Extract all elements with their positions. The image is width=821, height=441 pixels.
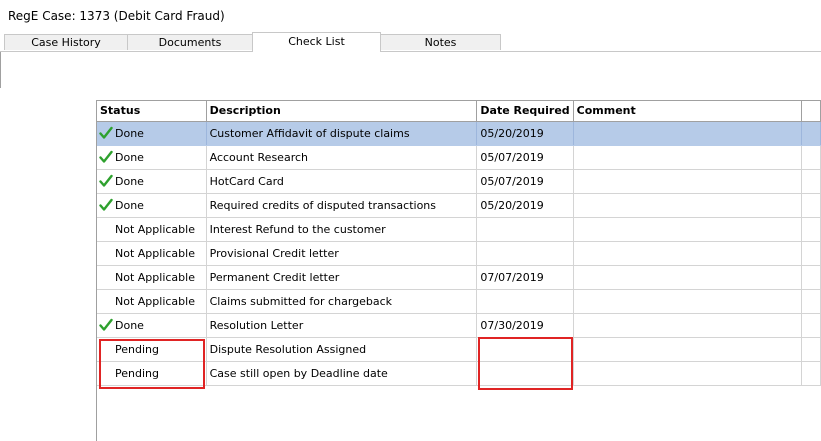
status-cell[interactable]: Pending — [97, 337, 207, 362]
date-required-cell[interactable] — [476, 337, 574, 362]
status-text: Done — [115, 198, 144, 212]
status-cell[interactable]: Done — [97, 121, 207, 146]
comment-cell[interactable] — [573, 361, 803, 386]
status-cell[interactable]: Not Applicable — [97, 217, 207, 242]
extra-cell — [801, 217, 821, 242]
description-cell[interactable]: Resolution Letter — [206, 313, 478, 338]
status-cell[interactable]: Not Applicable — [97, 289, 207, 314]
status-text: Pending — [115, 366, 159, 380]
column-header-date-required[interactable]: Date Required — [476, 101, 574, 122]
checkmark-icon — [99, 198, 113, 212]
column-header-extra — [801, 101, 821, 122]
extra-cell — [801, 241, 821, 266]
status-cell[interactable]: Not Applicable — [97, 241, 207, 266]
tab-strip: Case History Documents Check List Notes — [0, 32, 821, 53]
status-cell[interactable]: Done — [97, 313, 207, 338]
checklist-row[interactable]: Done Required credits of disputed transac… — [97, 193, 821, 218]
comment-cell[interactable] — [573, 121, 803, 146]
column-header-status[interactable]: Status — [97, 101, 207, 122]
status-cell[interactable]: Done — [97, 193, 207, 218]
date-required-cell[interactable]: 05/07/2019 — [476, 169, 574, 194]
tab-case-history[interactable]: Case History — [4, 34, 128, 50]
checkmark-icon — [99, 318, 113, 332]
checklist-rows: Done Customer Affidavit of dispute claims… — [97, 121, 821, 386]
tab-check-list[interactable]: Check List — [252, 32, 381, 53]
column-header-comment[interactable]: Comment — [573, 101, 803, 122]
header-row: Status Description Date Required Comment — [97, 101, 821, 122]
extra-cell — [801, 193, 821, 218]
date-required-cell[interactable]: 05/20/2019 — [476, 121, 574, 146]
extra-cell — [801, 361, 821, 386]
tab-notes[interactable]: Notes — [380, 34, 501, 50]
checklist-row[interactable]: Not Applicable Provisional Credit letter — [97, 241, 821, 266]
checklist-row[interactable]: Done HotCard Card 05/07/2019 — [97, 169, 821, 194]
description-cell[interactable]: Claims submitted for chargeback — [206, 289, 478, 314]
checklist-row[interactable]: Done Customer Affidavit of dispute claims… — [97, 121, 821, 146]
checkmark-icon — [99, 126, 113, 140]
status-cell[interactable]: Done — [97, 145, 207, 170]
comment-cell[interactable] — [573, 241, 803, 266]
extra-cell — [801, 169, 821, 194]
comment-cell[interactable] — [573, 193, 803, 218]
status-text: Done — [115, 150, 144, 164]
extra-cell — [801, 121, 821, 146]
status-text: Not Applicable — [115, 222, 195, 236]
comment-cell[interactable] — [573, 313, 803, 338]
description-cell[interactable]: Interest Refund to the customer — [206, 217, 478, 242]
date-required-cell[interactable]: 05/07/2019 — [476, 145, 574, 170]
date-required-cell[interactable]: 07/07/2019 — [476, 265, 574, 290]
comment-cell[interactable] — [573, 337, 803, 362]
date-required-cell[interactable] — [476, 217, 574, 242]
status-cell[interactable]: Pending — [97, 361, 207, 386]
description-cell[interactable]: Case still open by Deadline date — [206, 361, 478, 386]
window-titlebar: RegE Case: 1373 (Debit Card Fraud) — [0, 0, 821, 32]
date-required-cell[interactable]: 07/30/2019 — [476, 313, 574, 338]
status-text: Done — [115, 174, 144, 188]
status-text: Not Applicable — [115, 270, 195, 284]
checklist-table: Status Description Date Required Comment… — [97, 101, 821, 386]
extra-cell — [801, 289, 821, 314]
tab-documents[interactable]: Documents — [127, 34, 253, 50]
panel-left-border — [0, 52, 1, 88]
comment-cell[interactable] — [573, 217, 803, 242]
checklist-row[interactable]: Done Account Research 05/07/2019 — [97, 145, 821, 170]
description-cell[interactable]: HotCard Card — [206, 169, 478, 194]
status-cell[interactable]: Not Applicable — [97, 265, 207, 290]
extra-cell — [801, 265, 821, 290]
comment-cell[interactable] — [573, 289, 803, 314]
checklist-row[interactable]: Not Applicable Interest Refund to the cus… — [97, 217, 821, 242]
description-cell[interactable]: Account Research — [206, 145, 478, 170]
date-required-cell[interactable]: 05/20/2019 — [476, 193, 574, 218]
status-text: Not Applicable — [115, 246, 195, 260]
checklist-row[interactable]: Pending Dispute Resolution Assigned — [97, 337, 821, 362]
status-text: Done — [115, 318, 144, 332]
checklist-row[interactable]: Done Resolution Letter 07/30/2019 — [97, 313, 821, 338]
checklist-grid[interactable]: Status Description Date Required Comment… — [96, 100, 821, 441]
checkmark-icon — [99, 150, 113, 164]
extra-cell — [801, 313, 821, 338]
status-cell[interactable]: Done — [97, 169, 207, 194]
status-text: Pending — [115, 342, 159, 356]
extra-cell — [801, 145, 821, 170]
checklist-row[interactable]: Pending Case still open by Deadline date — [97, 361, 821, 386]
checklist-row[interactable]: Not Applicable Claims submitted for charg… — [97, 289, 821, 314]
date-required-cell[interactable] — [476, 289, 574, 314]
checkmark-icon — [99, 174, 113, 188]
extra-cell — [801, 337, 821, 362]
description-cell[interactable]: Provisional Credit letter — [206, 241, 478, 266]
description-cell[interactable]: Required credits of disputed transaction… — [206, 193, 478, 218]
comment-cell[interactable] — [573, 265, 803, 290]
window-title: RegE Case: 1373 (Debit Card Fraud) — [8, 9, 225, 23]
status-text: Done — [115, 126, 144, 140]
column-header-description[interactable]: Description — [206, 101, 478, 122]
description-cell[interactable]: Customer Affidavit of dispute claims — [206, 121, 478, 146]
checklist-row[interactable]: Not Applicable Permanent Credit letter 07/… — [97, 265, 821, 290]
description-cell[interactable]: Dispute Resolution Assigned — [206, 337, 478, 362]
comment-cell[interactable] — [573, 169, 803, 194]
description-cell[interactable]: Permanent Credit letter — [206, 265, 478, 290]
comment-cell[interactable] — [573, 145, 803, 170]
status-text: Not Applicable — [115, 294, 195, 308]
date-required-cell[interactable] — [476, 361, 574, 386]
date-required-cell[interactable] — [476, 241, 574, 266]
